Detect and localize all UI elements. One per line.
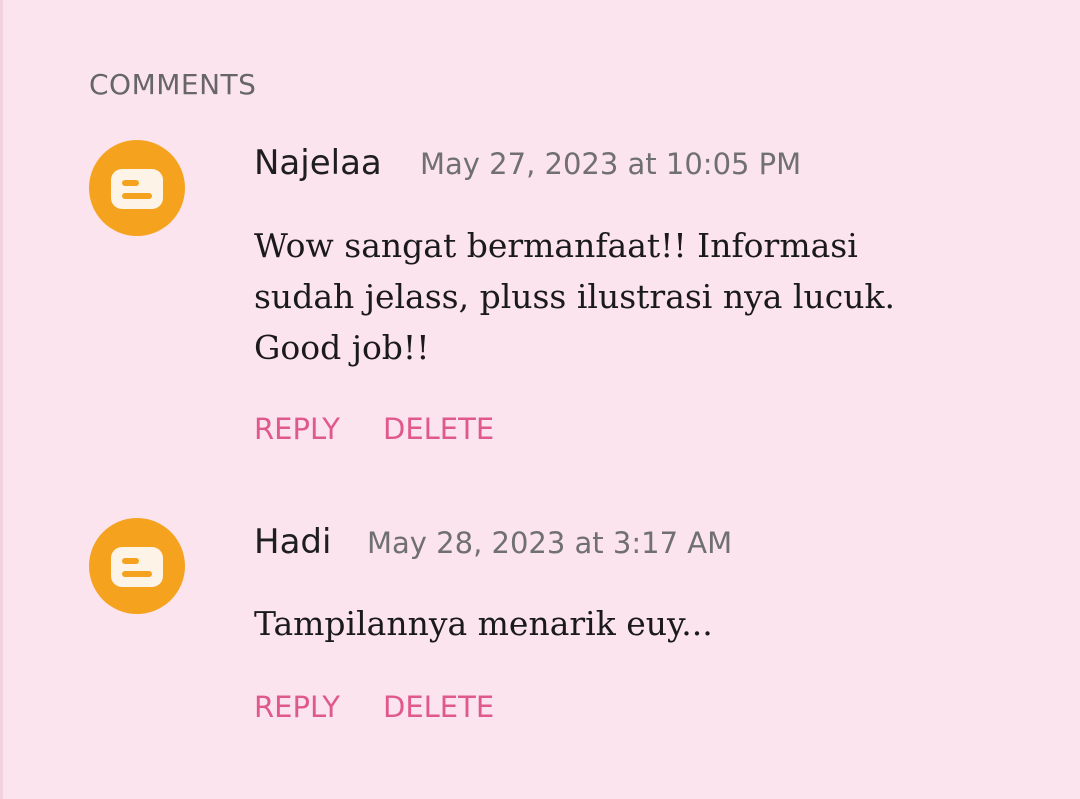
comment-timestamp[interactable]: May 27, 2023 at 10:05 PM [420,142,801,186]
avatar[interactable] [89,518,185,614]
delete-button[interactable]: DELETE [383,411,494,447]
comment-body: Tampilannya menarik euy... [254,598,974,649]
blogger-icon [111,547,163,587]
comment-body: Wow sangat bermanfaat!! Informasi sudah … [254,220,974,373]
comment-timestamp[interactable]: May 28, 2023 at 3:17 AM [367,521,732,565]
blogger-icon [111,169,163,209]
delete-button[interactable]: DELETE [383,689,494,725]
comment-author[interactable]: Hadi [254,520,331,564]
comment-body-line: Good job!! [254,328,430,367]
page-edge [0,0,3,799]
comments-heading: COMMENTS [89,68,257,101]
comment-body-line: Wow sangat bermanfaat!! Informasi [254,226,858,265]
reply-button[interactable]: REPLY [254,411,340,447]
reply-button[interactable]: REPLY [254,689,340,725]
comment-body-line: sudah jelass, pluss ilustrasi nya lucuk. [254,277,895,316]
avatar[interactable] [89,140,185,236]
comment-author[interactable]: Najelaa [254,141,382,185]
comment-body-line: Tampilannya menarik euy... [254,604,713,643]
